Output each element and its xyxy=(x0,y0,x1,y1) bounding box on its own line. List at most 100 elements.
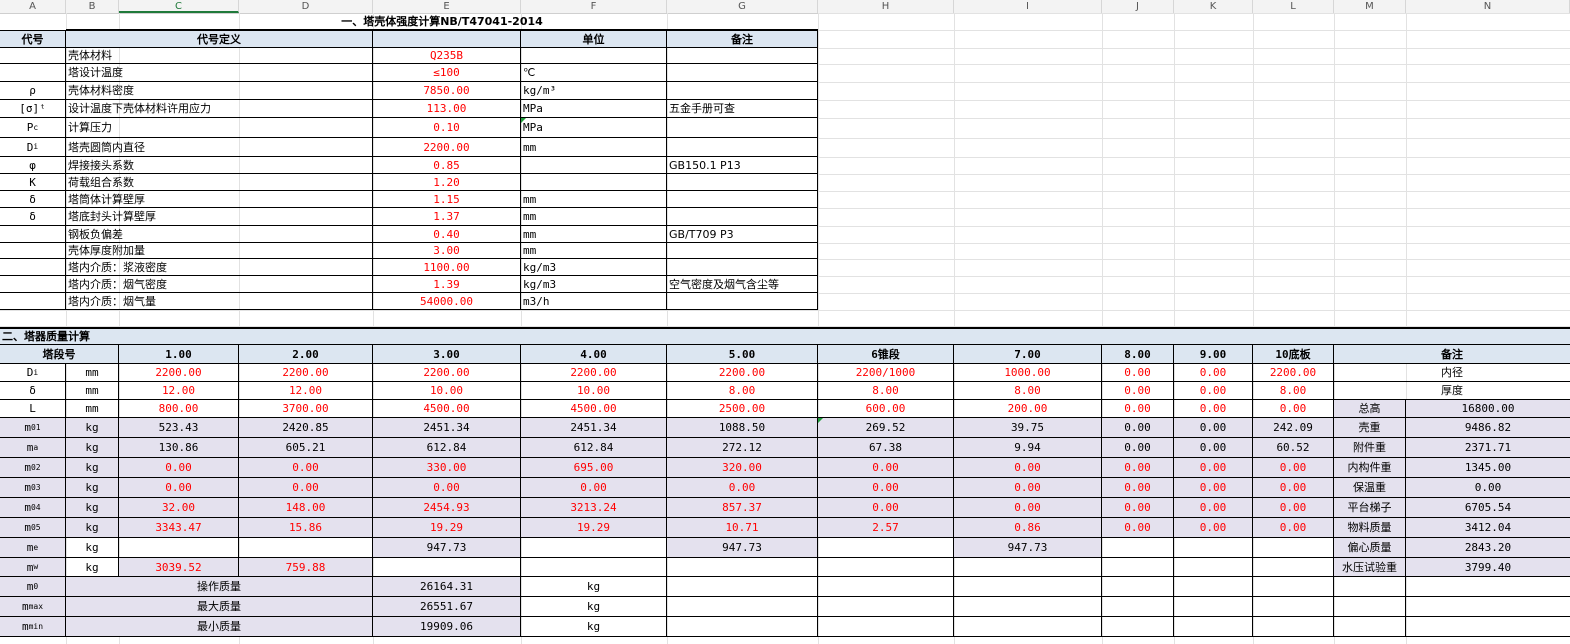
section1-unit[interactable]: mm xyxy=(521,208,667,226)
note-label[interactable]: 内构件重 xyxy=(1334,458,1406,478)
section1-note[interactable] xyxy=(667,259,818,276)
column-header-C[interactable]: C xyxy=(119,0,239,13)
segment-value[interactable]: 130.86 xyxy=(119,438,239,458)
segment-value[interactable]: 2.57 xyxy=(818,518,954,538)
section2-code[interactable]: m 05 xyxy=(0,518,66,538)
segment-header[interactable]: 3.00 xyxy=(373,345,521,364)
section1-note[interactable] xyxy=(667,174,818,191)
section1-note[interactable] xyxy=(667,138,818,157)
empty-cell[interactable] xyxy=(1406,597,1570,617)
section2-title[interactable]: 二、塔器质量计算 xyxy=(0,327,1570,345)
column-header-E[interactable]: E xyxy=(373,0,521,13)
section1-header-blank[interactable] xyxy=(373,30,521,48)
segment-header[interactable]: 9.00 xyxy=(1174,345,1253,364)
segment-value[interactable]: 4500.00 xyxy=(521,400,667,418)
section1-note[interactable] xyxy=(667,118,818,138)
segment-value[interactable]: 0.00 xyxy=(1174,458,1253,478)
segment-value[interactable]: 0.00 xyxy=(1174,364,1253,382)
empty-cell[interactable] xyxy=(818,617,954,637)
empty-cell[interactable] xyxy=(667,577,818,597)
segment-header[interactable]: 4.00 xyxy=(521,345,667,364)
segment-value[interactable]: 0.00 xyxy=(239,478,373,498)
segment-value[interactable]: 8.00 xyxy=(818,382,954,400)
segment-value[interactable]: 1000.00 xyxy=(954,364,1102,382)
section1-code[interactable]: ρ xyxy=(0,82,66,100)
section1-header-definition[interactable]: 代号定义 xyxy=(66,30,373,48)
segment-value[interactable]: 8.00 xyxy=(954,382,1102,400)
section1-note[interactable] xyxy=(667,243,818,259)
section1-code[interactable]: K xyxy=(0,174,66,191)
section2-code[interactable]: me xyxy=(0,538,66,558)
total-value[interactable]: 19909.06 xyxy=(373,617,521,637)
total-label[interactable]: 最大质量 xyxy=(66,597,373,617)
segment-value[interactable]: 19.29 xyxy=(521,518,667,538)
note-value[interactable]: 3799.40 xyxy=(1406,558,1570,577)
note-value[interactable]: 6705.54 xyxy=(1406,498,1570,518)
note-label[interactable]: 附件重 xyxy=(1334,438,1406,458)
section1-header-note[interactable]: 备注 xyxy=(667,30,818,48)
segment-value[interactable]: 0.00 xyxy=(1102,518,1174,538)
segment-value[interactable]: 39.75 xyxy=(954,418,1102,438)
segment-value[interactable]: 3343.47 xyxy=(119,518,239,538)
section1-code[interactable] xyxy=(0,64,66,82)
segment-value[interactable]: 10.00 xyxy=(373,382,521,400)
section1-definition[interactable]: 塔内介质：烟气密度 xyxy=(66,276,373,293)
segment-header[interactable]: 7.00 xyxy=(954,345,1102,364)
total-value[interactable]: 26164.31 xyxy=(373,577,521,597)
segment-value[interactable]: 0.00 xyxy=(1174,382,1253,400)
section1-unit[interactable]: ℃ xyxy=(521,64,667,82)
segment-header[interactable]: 5.00 xyxy=(667,345,818,364)
empty-cell[interactable] xyxy=(1174,577,1253,597)
segment-value[interactable]: 0.00 xyxy=(954,458,1102,478)
section1-value[interactable]: 2200.00 xyxy=(373,138,521,157)
segment-value[interactable] xyxy=(1174,558,1253,577)
segment-value[interactable]: 32.00 xyxy=(119,498,239,518)
section1-note[interactable]: 空气密度及烟气含尘等 xyxy=(667,276,818,293)
segment-value[interactable]: 4500.00 xyxy=(373,400,521,418)
section1-value[interactable]: 113.00 xyxy=(373,100,521,118)
column-header-F[interactable]: F xyxy=(521,0,667,13)
segment-value[interactable]: 0.00 xyxy=(119,478,239,498)
segment-value[interactable]: 2200/1000 xyxy=(818,364,954,382)
section1-note[interactable]: GB150.1 P13 xyxy=(667,157,818,174)
note-label[interactable]: 总高 xyxy=(1334,400,1406,418)
section1-unit[interactable] xyxy=(521,174,667,191)
section1-value[interactable]: 0.40 xyxy=(373,226,521,243)
note-label[interactable]: 内径 xyxy=(1334,364,1570,382)
segment-value[interactable]: 3700.00 xyxy=(239,400,373,418)
section2-unit[interactable]: kg xyxy=(66,478,119,498)
segment-value[interactable]: 2420.85 xyxy=(239,418,373,438)
segment-value[interactable]: 2200.00 xyxy=(521,364,667,382)
segment-value[interactable]: 612.84 xyxy=(373,438,521,458)
segment-value[interactable]: 2500.00 xyxy=(667,400,818,418)
segment-value[interactable] xyxy=(1253,538,1334,558)
note-label[interactable]: 偏心质量 xyxy=(1334,538,1406,558)
section1-code[interactable]: δ xyxy=(0,191,66,208)
segment-value[interactable]: 15.86 xyxy=(239,518,373,538)
segment-value[interactable]: 0.00 xyxy=(1102,418,1174,438)
segment-value[interactable]: 857.37 xyxy=(667,498,818,518)
section1-note[interactable] xyxy=(667,208,818,226)
empty-cell[interactable] xyxy=(1334,597,1406,617)
section1-definition[interactable]: 焊接接头系数 xyxy=(66,157,373,174)
total-unit[interactable]: kg xyxy=(521,597,667,617)
segment-value[interactable]: 67.38 xyxy=(818,438,954,458)
section1-definition[interactable]: 塔筒体计算壁厚 xyxy=(66,191,373,208)
note-label[interactable]: 壳重 xyxy=(1334,418,1406,438)
section1-note[interactable] xyxy=(667,191,818,208)
section1-code[interactable] xyxy=(0,226,66,243)
segment-value[interactable]: 0.00 xyxy=(818,498,954,518)
total-label[interactable]: 最小质量 xyxy=(66,617,373,637)
segment-value[interactable]: 0.00 xyxy=(818,458,954,478)
empty-cell[interactable] xyxy=(1253,597,1334,617)
section2-unit[interactable]: kg xyxy=(66,558,119,577)
empty-cell[interactable] xyxy=(667,617,818,637)
segment-value[interactable]: 0.00 xyxy=(1174,478,1253,498)
section1-definition[interactable]: 荷载组合系数 xyxy=(66,174,373,191)
section1-unit[interactable]: kg/m3 xyxy=(521,276,667,293)
segment-value[interactable]: 0.86 xyxy=(954,518,1102,538)
section1-unit[interactable]: MPa xyxy=(521,100,667,118)
segment-value[interactable]: 0.00 xyxy=(1253,498,1334,518)
section1-code[interactable]: [σ]ᵗ xyxy=(0,100,66,118)
section1-value[interactable]: 0.10 xyxy=(373,118,521,138)
